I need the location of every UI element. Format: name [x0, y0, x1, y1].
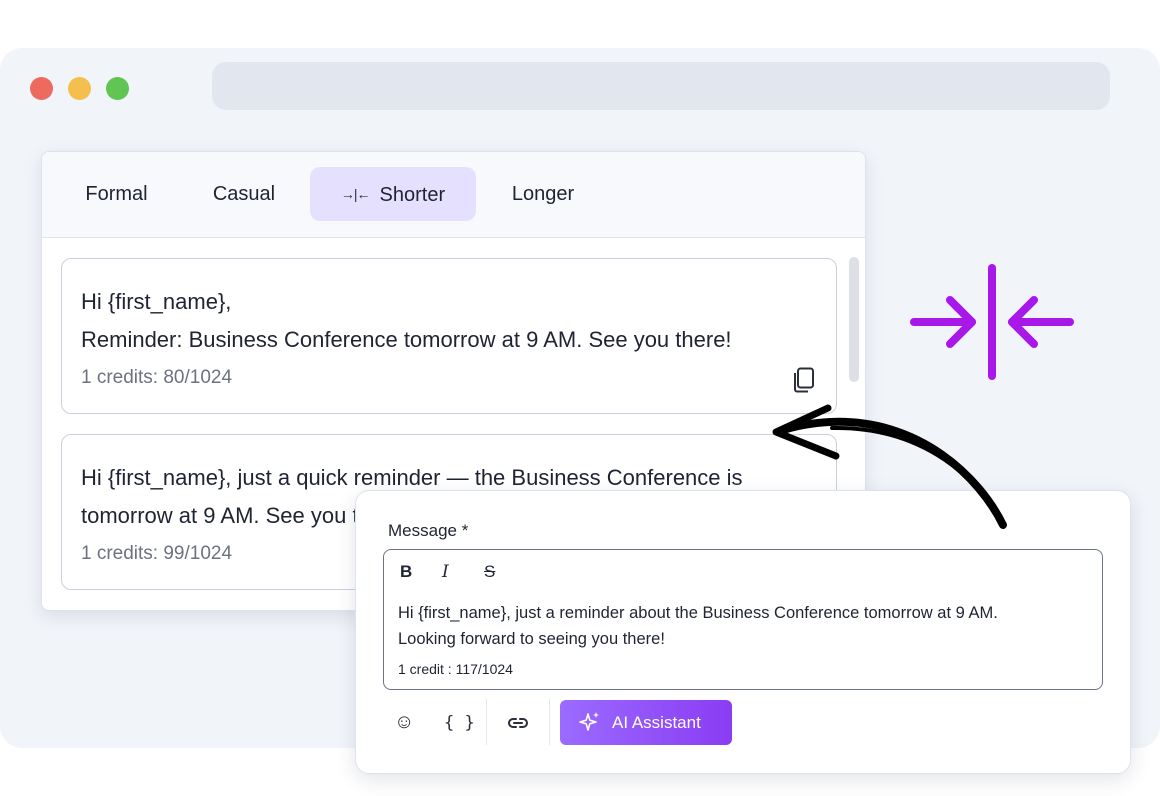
ai-assistant-label: AI Assistant [612, 713, 701, 732]
italic-button[interactable]: I [442, 562, 449, 582]
tone-tabs: Formal Casual →|← Shorter Longer [42, 152, 865, 238]
message-label: Message * [388, 521, 469, 540]
tab-casual[interactable]: Casual [194, 167, 294, 221]
credits-count: 1 credits: 99/1024 [81, 543, 233, 564]
variation-card[interactable]: Hi {first_name}, Reminder: Business Conf… [61, 258, 837, 414]
message-credits: 1 credit : 117/1024 [398, 661, 513, 677]
variable-icon[interactable]: { } [444, 713, 475, 733]
bold-button[interactable]: B [400, 562, 412, 582]
toolbar-divider [549, 699, 550, 745]
toolbar-divider [486, 699, 487, 745]
address-bar[interactable] [212, 62, 1110, 110]
strikethrough-button[interactable]: S [484, 562, 495, 582]
emoji-icon[interactable]: ☺ [394, 711, 414, 734]
compress-icon [910, 264, 1074, 380]
link-icon[interactable] [506, 711, 530, 735]
message-text[interactable]: Hi {first_name}, just a reminder about t… [398, 600, 1088, 652]
tab-shorter-label: Shorter [379, 184, 446, 206]
ai-assistant-button[interactable]: AI Assistant [560, 700, 732, 745]
credits-count: 1 credits: 80/1024 [81, 367, 233, 388]
message-editor[interactable]: B I S Hi {first_name}, just a reminder a… [383, 549, 1103, 690]
tab-shorter[interactable]: →|← Shorter [310, 167, 476, 221]
copy-icon[interactable] [793, 367, 815, 393]
compress-small-icon: →|← [340, 186, 371, 202]
window-close-dot[interactable] [30, 77, 53, 100]
variation-text: Hi {first_name}, Reminder: Business Conf… [81, 289, 732, 352]
scrollbar[interactable] [849, 257, 859, 382]
tab-formal[interactable]: Formal [64, 167, 169, 221]
window-minimize-dot[interactable] [68, 77, 91, 100]
curved-arrow [772, 404, 1007, 529]
window-maximize-dot[interactable] [106, 77, 129, 100]
sparkle-icon [579, 712, 599, 731]
tab-longer[interactable]: Longer [492, 167, 594, 221]
